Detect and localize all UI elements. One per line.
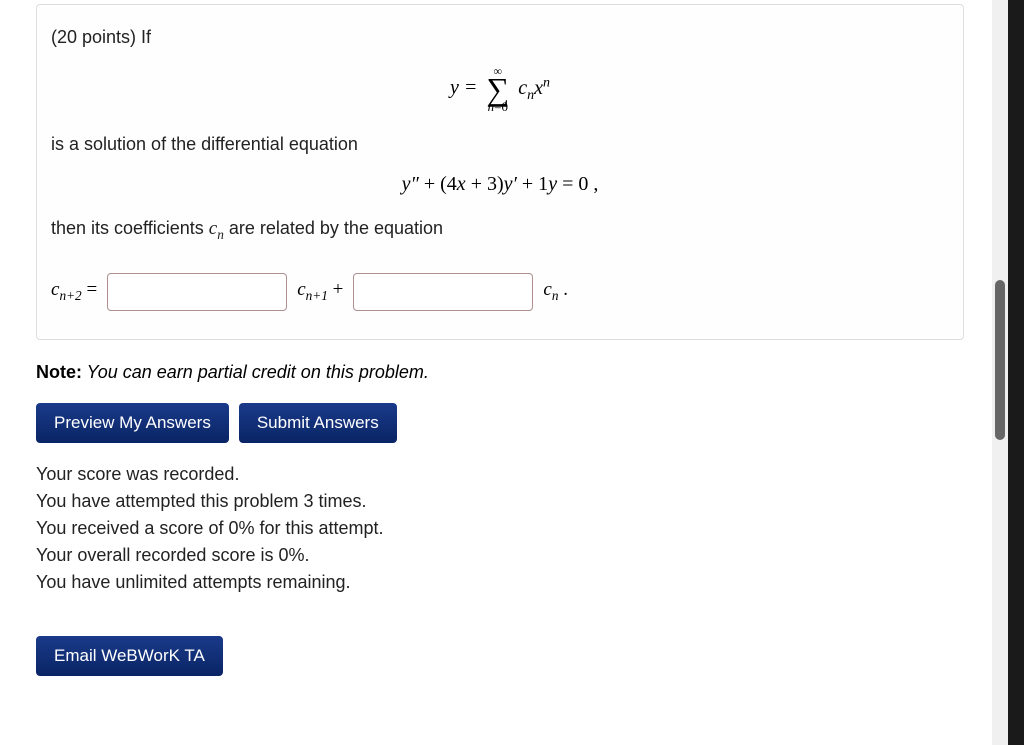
- status-attempts: You have attempted this problem 3 times.: [36, 488, 990, 515]
- diff-equation: y″ + (4x + 3)y′ + 1y = 0 ,: [51, 173, 949, 196]
- c-n-plus-2: cn+2 =: [51, 279, 97, 304]
- content-wrapper: (20 points) If y = ∞ ∑ n=0 cnxn is a sol…: [0, 0, 990, 745]
- problem-intro: (20 points) If: [51, 27, 949, 48]
- cn-term: cnxn: [518, 77, 550, 99]
- series-equation: y = ∞ ∑ n=0 cnxn: [51, 66, 949, 112]
- status-score-attempt: You received a score of 0% for this atte…: [36, 515, 990, 542]
- note-line: Note: You can earn partial credit on thi…: [36, 362, 990, 383]
- email-ta-button[interactable]: Email WeBWorK TA: [36, 636, 223, 676]
- scrollbar-thumb[interactable]: [995, 280, 1005, 440]
- preview-button[interactable]: Preview My Answers: [36, 403, 229, 443]
- c-n-end: cn .: [543, 279, 568, 304]
- outer-scrollbar-track[interactable]: [992, 0, 1008, 745]
- summation-symbol: ∞ ∑ n=0: [486, 66, 509, 112]
- sum-lower-limit: n=0: [486, 102, 509, 112]
- status-remaining: You have unlimited attempts remaining.: [36, 569, 990, 596]
- y-equals: y =: [450, 77, 482, 99]
- answer-input-1[interactable]: [107, 273, 287, 311]
- then-coefficients-line: then its coefficients cn are related by …: [51, 218, 949, 243]
- submit-button[interactable]: Submit Answers: [239, 403, 397, 443]
- button-row: Preview My Answers Submit Answers: [36, 403, 990, 443]
- y-prime: y′: [504, 173, 517, 195]
- note-label: Note:: [36, 362, 82, 382]
- problem-box: (20 points) If y = ∞ ∑ n=0 cnxn is a sol…: [36, 4, 964, 340]
- status-block: Your score was recorded. You have attemp…: [36, 461, 990, 596]
- status-recorded: Your score was recorded.: [36, 461, 990, 488]
- email-button-wrap: Email WeBWorK TA: [36, 636, 990, 676]
- right-scroll-area: [992, 0, 1024, 745]
- is-solution-line: is a solution of the differential equati…: [51, 134, 949, 155]
- status-overall: Your overall recorded score is 0%.: [36, 542, 990, 569]
- note-text: You can earn partial credit on this prob…: [82, 362, 429, 382]
- c-n-plus-1: cn+1 +: [297, 279, 343, 304]
- page-edge-bar: [1008, 0, 1024, 745]
- answer-row: cn+2 = cn+1 + cn .: [51, 273, 949, 311]
- answer-input-2[interactable]: [353, 273, 533, 311]
- y-double-prime: y″: [402, 173, 419, 195]
